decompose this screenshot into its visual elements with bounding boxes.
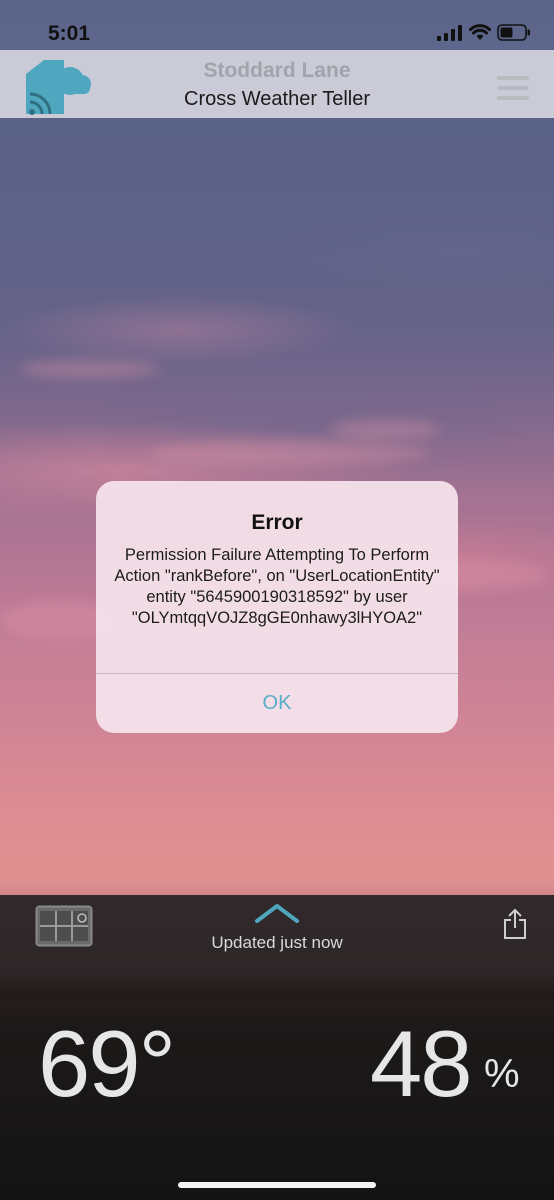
alert-title: Error bbox=[251, 511, 303, 534]
humidity-value: 48 bbox=[370, 1011, 473, 1116]
wifi-icon bbox=[469, 24, 491, 40]
humidity-unit: % bbox=[484, 1052, 520, 1096]
share-icon[interactable] bbox=[503, 908, 527, 940]
cellular-signal-icon bbox=[437, 25, 462, 41]
status-time: 5:01 bbox=[48, 22, 91, 45]
home-indicator[interactable] bbox=[178, 1182, 376, 1188]
alert-message: Permission Failure Attempting To Perform… bbox=[114, 546, 440, 627]
hamburger-menu-icon[interactable] bbox=[497, 76, 529, 106]
ok-button[interactable]: OK bbox=[96, 674, 458, 733]
temperature-value: 69° bbox=[38, 1011, 176, 1116]
battery-icon bbox=[497, 24, 530, 41]
app-title: Cross Weather Teller bbox=[184, 88, 370, 110]
error-alert-dialog: Error Permission Failure Attempting To P… bbox=[96, 481, 458, 733]
last-updated-text: Updated just now bbox=[211, 933, 343, 952]
location-name[interactable]: Stoddard Lane bbox=[0, 59, 554, 83]
app-header: Stoddard Lane Cross Weather Teller bbox=[0, 50, 554, 118]
expand-chevron-icon[interactable] bbox=[254, 902, 300, 924]
treeline bbox=[0, 975, 554, 1015]
